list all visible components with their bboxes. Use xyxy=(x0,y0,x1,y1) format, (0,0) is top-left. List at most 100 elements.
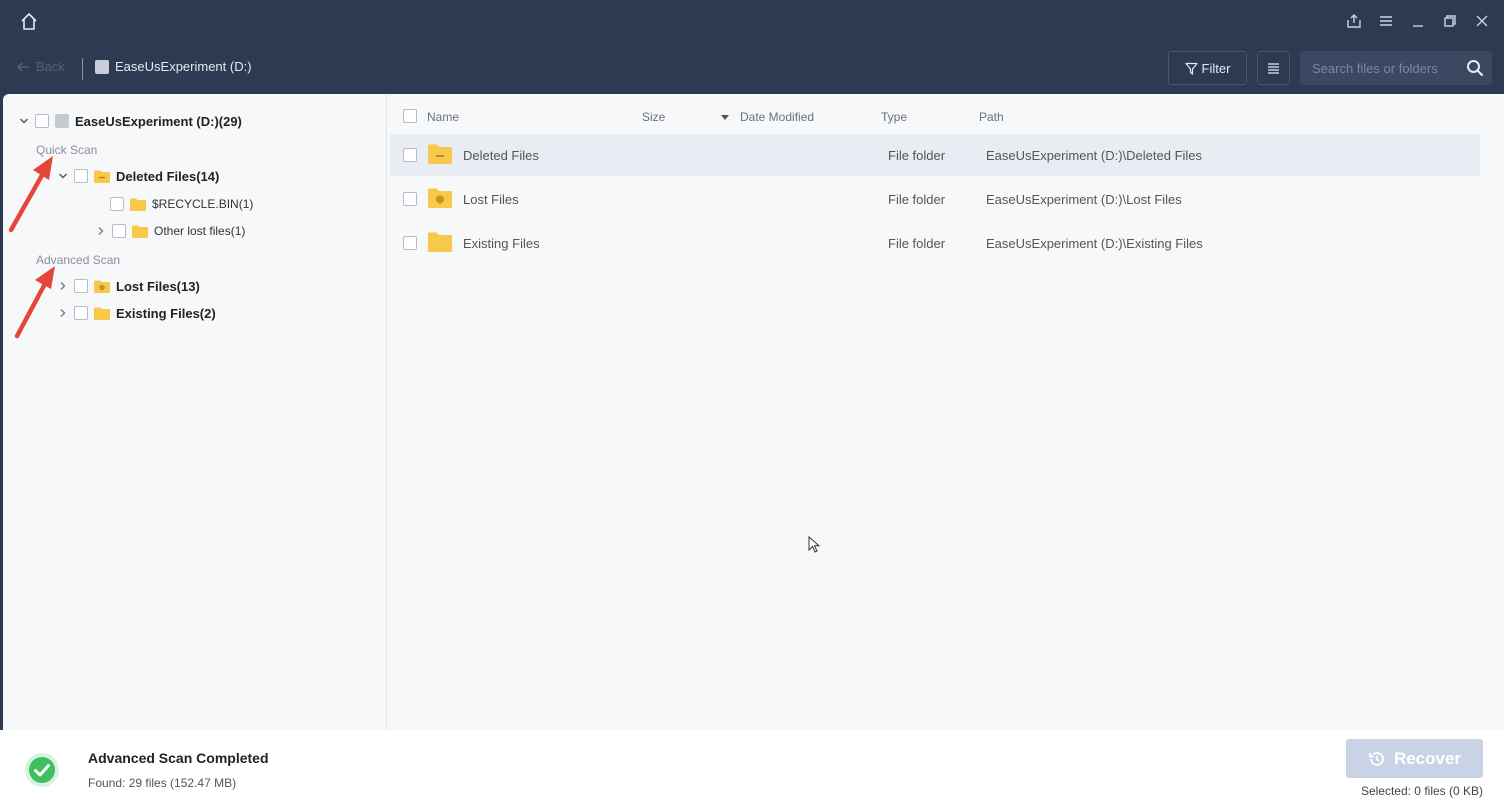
lost-folder-icon xyxy=(428,188,452,208)
quick-scan-label: Quick Scan xyxy=(36,143,98,157)
chevron-right-icon[interactable] xyxy=(58,308,68,318)
nav-divider xyxy=(82,58,83,80)
app-menu-button[interactable] xyxy=(1376,10,1396,32)
minimize-button[interactable] xyxy=(1408,10,1428,32)
row-name: Lost Files xyxy=(463,192,519,207)
recover-clock-icon xyxy=(1369,751,1384,766)
status-bar: Advanced Scan Completed Found: 29 files … xyxy=(0,730,1504,804)
tree-item-checkbox[interactable] xyxy=(110,197,124,211)
navigation-bar: Back EaseUsExperiment (D:) Filter xyxy=(0,44,1504,94)
chevron-right-icon[interactable] xyxy=(96,226,106,236)
filter-button[interactable]: Filter xyxy=(1168,51,1247,85)
close-button[interactable] xyxy=(1472,10,1492,32)
row-path: EaseUsExperiment (D:)\Existing Files xyxy=(986,236,1203,251)
tree-item-label: Existing Files(2) xyxy=(116,305,216,321)
table-row[interactable]: Deleted Files File folder EaseUsExperime… xyxy=(390,134,1480,176)
main-content: EaseUsExperiment (D:)(29) Quick Scan Del… xyxy=(3,94,1504,730)
deleted-folder-icon xyxy=(428,144,452,164)
lost-folder-icon xyxy=(94,280,110,293)
row-checkbox[interactable] xyxy=(403,236,417,250)
row-type: File folder xyxy=(888,192,946,207)
sort-descending-icon xyxy=(721,115,729,120)
drive-icon xyxy=(95,59,109,74)
tree-item-label: $RECYCLE.BIN(1) xyxy=(152,197,254,211)
row-name: Deleted Files xyxy=(463,148,539,163)
chevron-right-icon[interactable] xyxy=(58,281,68,291)
drive-icon xyxy=(55,114,69,128)
column-header-name[interactable]: Name xyxy=(427,110,459,124)
recover-button[interactable]: Recover xyxy=(1346,739,1483,778)
select-all-checkbox[interactable] xyxy=(403,109,417,123)
tree-item-checkbox[interactable] xyxy=(74,306,88,320)
window-controls xyxy=(1344,10,1492,32)
folder-icon xyxy=(94,307,110,320)
breadcrumb[interactable]: EaseUsExperiment (D:) xyxy=(95,59,252,74)
tree-root-label: EaseUsExperiment (D:)(29) xyxy=(75,113,242,129)
search-box xyxy=(1300,51,1492,85)
table-row[interactable]: Lost Files File folder EaseUsExperiment … xyxy=(390,178,1480,220)
restore-button[interactable] xyxy=(1440,10,1460,32)
filter-icon xyxy=(1184,62,1198,75)
folder-icon xyxy=(132,225,148,238)
row-path: EaseUsExperiment (D:)\Lost Files xyxy=(986,192,1182,207)
back-arrow-icon xyxy=(17,62,29,71)
list-header: Name Size Date Modified Type Path xyxy=(387,94,1504,134)
row-checkbox[interactable] xyxy=(403,148,417,162)
column-header-path[interactable]: Path xyxy=(979,110,1004,124)
chevron-down-icon[interactable] xyxy=(19,116,29,126)
file-list: Name Size Date Modified Type Path Delete… xyxy=(387,94,1504,730)
scan-status-title: Advanced Scan Completed xyxy=(88,750,269,766)
back-label: Back xyxy=(36,59,65,74)
export-icon xyxy=(1347,14,1361,28)
tree-item-label: Lost Files(13) xyxy=(116,278,200,294)
menu-icon xyxy=(1380,16,1392,26)
tree-item-checkbox[interactable] xyxy=(112,224,126,238)
breadcrumb-label: EaseUsExperiment (D:) xyxy=(115,59,252,74)
column-header-type[interactable]: Type xyxy=(881,110,907,124)
folder-tree: EaseUsExperiment (D:)(29) Quick Scan Del… xyxy=(3,94,387,730)
tree-item-checkbox[interactable] xyxy=(74,169,88,183)
tree-item-label: Deleted Files(14) xyxy=(116,168,220,184)
row-type: File folder xyxy=(888,148,946,163)
restore-icon xyxy=(1444,15,1456,27)
row-type: File folder xyxy=(888,236,946,251)
filter-label: Filter xyxy=(1201,60,1231,76)
check-circle-icon xyxy=(25,753,59,787)
tree-root[interactable]: EaseUsExperiment (D:)(29) xyxy=(19,111,242,131)
home-icon[interactable] xyxy=(18,11,40,33)
tree-item-other-lost[interactable]: Other lost files(1) xyxy=(96,221,245,241)
chevron-down-icon[interactable] xyxy=(58,171,68,181)
annotation-arrow-icon xyxy=(14,266,55,339)
advanced-scan-label: Advanced Scan xyxy=(36,253,121,267)
tree-item-recycle-bin[interactable]: $RECYCLE.BIN(1) xyxy=(110,194,253,214)
row-path: EaseUsExperiment (D:)\Deleted Files xyxy=(986,148,1203,163)
tree-item-deleted-files[interactable]: Deleted Files(14) xyxy=(58,166,219,186)
tree-item-existing-files[interactable]: Existing Files(2) xyxy=(58,303,216,323)
search-icon[interactable] xyxy=(1466,59,1484,77)
recover-label: Recover xyxy=(1393,748,1462,768)
title-bar xyxy=(0,0,1504,44)
row-checkbox[interactable] xyxy=(403,192,417,206)
tree-item-checkbox[interactable] xyxy=(74,279,88,293)
back-button[interactable]: Back xyxy=(16,59,65,74)
search-input[interactable] xyxy=(1300,51,1458,85)
column-header-size[interactable]: Size xyxy=(642,110,665,124)
mouse-cursor-icon xyxy=(808,536,820,553)
column-header-date[interactable]: Date Modified xyxy=(740,110,814,124)
scan-found-summary: Found: 29 files (152.47 MB) xyxy=(88,776,237,790)
minimize-icon xyxy=(1413,25,1423,27)
list-view-icon xyxy=(1268,63,1279,74)
folder-icon xyxy=(130,198,146,211)
export-button[interactable] xyxy=(1344,10,1364,32)
table-row[interactable]: Existing Files File folder EaseUsExperim… xyxy=(390,222,1480,264)
tree-item-label: Other lost files(1) xyxy=(154,224,246,238)
selection-summary: Selected: 0 files (0 KB) xyxy=(1360,784,1483,798)
row-name: Existing Files xyxy=(463,236,540,251)
view-mode-button[interactable] xyxy=(1257,51,1290,85)
annotation-arrow-icon xyxy=(8,156,53,233)
deleted-folder-icon xyxy=(94,170,110,183)
tree-item-lost-files[interactable]: Lost Files(13) xyxy=(58,276,200,296)
close-icon xyxy=(1476,15,1488,27)
tree-root-checkbox[interactable] xyxy=(35,114,49,128)
folder-icon xyxy=(428,232,452,252)
